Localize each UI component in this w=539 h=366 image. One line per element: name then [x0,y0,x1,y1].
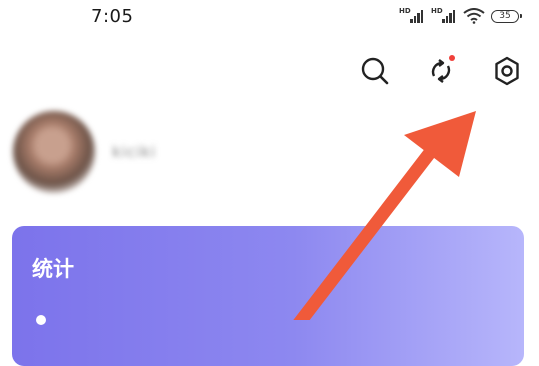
status-time: 7:05 [91,6,134,27]
stats-title: 统计 [32,257,74,281]
stats-item-dot [36,315,46,325]
battery-level: 35 [499,10,511,21]
avatar[interactable] [13,111,95,193]
wifi-icon [463,8,485,24]
sync-button[interactable] [425,55,457,87]
battery-icon: 35 [491,9,522,23]
search-icon [361,57,389,85]
search-button[interactable] [359,55,391,87]
signal-hd-label: HD [399,7,411,15]
signal-icon: HD [399,8,425,24]
status-icons: HD HD 35 [399,8,522,24]
stats-card[interactable]: 统计 [12,226,524,366]
username[interactable]: kiciki [112,143,156,161]
status-bar: 7:05 HD HD 35 [0,0,539,36]
notification-dot [449,55,455,61]
signal-icon: HD [431,8,457,24]
settings-icon [495,56,519,86]
signal-hd-label: HD [431,7,443,15]
settings-button[interactable] [491,55,523,87]
